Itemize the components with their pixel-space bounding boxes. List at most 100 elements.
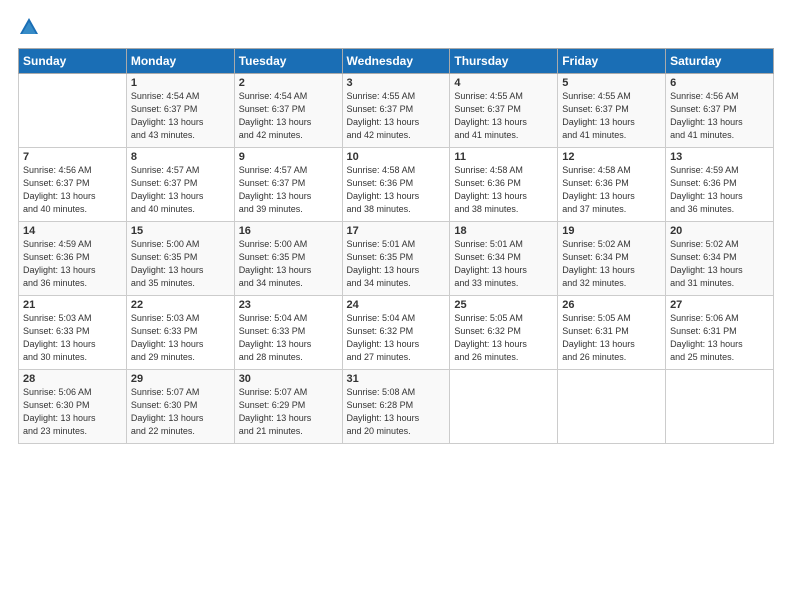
day-number: 2 xyxy=(239,77,338,89)
calendar-cell: 12Sunrise: 4:58 AMSunset: 6:36 PMDayligh… xyxy=(558,148,666,222)
day-info: Sunrise: 4:58 AMSunset: 6:36 PMDaylight:… xyxy=(562,164,661,216)
calendar-cell: 16Sunrise: 5:00 AMSunset: 6:35 PMDayligh… xyxy=(234,222,342,296)
calendar-table: SundayMondayTuesdayWednesdayThursdayFrid… xyxy=(18,48,774,444)
week-row-1: 1Sunrise: 4:54 AMSunset: 6:37 PMDaylight… xyxy=(19,74,774,148)
day-number: 20 xyxy=(670,225,769,237)
day-number: 23 xyxy=(239,299,338,311)
day-number: 21 xyxy=(23,299,122,311)
week-row-3: 14Sunrise: 4:59 AMSunset: 6:36 PMDayligh… xyxy=(19,222,774,296)
week-row-2: 7Sunrise: 4:56 AMSunset: 6:37 PMDaylight… xyxy=(19,148,774,222)
day-info: Sunrise: 4:57 AMSunset: 6:37 PMDaylight:… xyxy=(131,164,230,216)
day-number: 16 xyxy=(239,225,338,237)
day-number: 4 xyxy=(454,77,553,89)
day-number: 29 xyxy=(131,373,230,385)
day-info: Sunrise: 5:06 AMSunset: 6:31 PMDaylight:… xyxy=(670,312,769,364)
day-info: Sunrise: 5:01 AMSunset: 6:34 PMDaylight:… xyxy=(454,238,553,290)
day-number: 3 xyxy=(347,77,446,89)
day-number: 10 xyxy=(347,151,446,163)
calendar-cell: 4Sunrise: 4:55 AMSunset: 6:37 PMDaylight… xyxy=(450,74,558,148)
calendar-cell: 10Sunrise: 4:58 AMSunset: 6:36 PMDayligh… xyxy=(342,148,450,222)
week-row-5: 28Sunrise: 5:06 AMSunset: 6:30 PMDayligh… xyxy=(19,370,774,444)
day-info: Sunrise: 5:07 AMSunset: 6:29 PMDaylight:… xyxy=(239,386,338,438)
calendar-cell: 23Sunrise: 5:04 AMSunset: 6:33 PMDayligh… xyxy=(234,296,342,370)
calendar-cell xyxy=(19,74,127,148)
day-number: 25 xyxy=(454,299,553,311)
week-row-4: 21Sunrise: 5:03 AMSunset: 6:33 PMDayligh… xyxy=(19,296,774,370)
calendar-header-row: SundayMondayTuesdayWednesdayThursdayFrid… xyxy=(19,49,774,74)
calendar-cell: 8Sunrise: 4:57 AMSunset: 6:37 PMDaylight… xyxy=(126,148,234,222)
day-info: Sunrise: 4:56 AMSunset: 6:37 PMDaylight:… xyxy=(670,90,769,142)
day-info: Sunrise: 4:55 AMSunset: 6:37 PMDaylight:… xyxy=(454,90,553,142)
day-info: Sunrise: 4:59 AMSunset: 6:36 PMDaylight:… xyxy=(670,164,769,216)
day-number: 19 xyxy=(562,225,661,237)
day-number: 18 xyxy=(454,225,553,237)
calendar-cell: 28Sunrise: 5:06 AMSunset: 6:30 PMDayligh… xyxy=(19,370,127,444)
calendar-cell: 5Sunrise: 4:55 AMSunset: 6:37 PMDaylight… xyxy=(558,74,666,148)
day-number: 6 xyxy=(670,77,769,89)
day-number: 7 xyxy=(23,151,122,163)
day-number: 22 xyxy=(131,299,230,311)
logo-icon xyxy=(18,16,40,38)
calendar-cell: 26Sunrise: 5:05 AMSunset: 6:31 PMDayligh… xyxy=(558,296,666,370)
calendar-cell: 13Sunrise: 4:59 AMSunset: 6:36 PMDayligh… xyxy=(666,148,774,222)
calendar-cell: 1Sunrise: 4:54 AMSunset: 6:37 PMDaylight… xyxy=(126,74,234,148)
day-number: 13 xyxy=(670,151,769,163)
day-info: Sunrise: 5:06 AMSunset: 6:30 PMDaylight:… xyxy=(23,386,122,438)
day-number: 26 xyxy=(562,299,661,311)
day-number: 30 xyxy=(239,373,338,385)
day-number: 15 xyxy=(131,225,230,237)
day-number: 5 xyxy=(562,77,661,89)
calendar-cell: 3Sunrise: 4:55 AMSunset: 6:37 PMDaylight… xyxy=(342,74,450,148)
day-info: Sunrise: 4:57 AMSunset: 6:37 PMDaylight:… xyxy=(239,164,338,216)
calendar-cell: 24Sunrise: 5:04 AMSunset: 6:32 PMDayligh… xyxy=(342,296,450,370)
day-info: Sunrise: 4:54 AMSunset: 6:37 PMDaylight:… xyxy=(239,90,338,142)
calendar-cell: 19Sunrise: 5:02 AMSunset: 6:34 PMDayligh… xyxy=(558,222,666,296)
calendar-cell xyxy=(666,370,774,444)
calendar-cell: 7Sunrise: 4:56 AMSunset: 6:37 PMDaylight… xyxy=(19,148,127,222)
day-number: 24 xyxy=(347,299,446,311)
day-info: Sunrise: 5:01 AMSunset: 6:35 PMDaylight:… xyxy=(347,238,446,290)
day-number: 11 xyxy=(454,151,553,163)
page-container: SundayMondayTuesdayWednesdayThursdayFrid… xyxy=(0,0,792,456)
day-info: Sunrise: 5:00 AMSunset: 6:35 PMDaylight:… xyxy=(239,238,338,290)
weekday-header-wednesday: Wednesday xyxy=(342,49,450,74)
weekday-header-friday: Friday xyxy=(558,49,666,74)
day-info: Sunrise: 4:55 AMSunset: 6:37 PMDaylight:… xyxy=(347,90,446,142)
day-number: 8 xyxy=(131,151,230,163)
weekday-header-thursday: Thursday xyxy=(450,49,558,74)
day-info: Sunrise: 5:02 AMSunset: 6:34 PMDaylight:… xyxy=(670,238,769,290)
day-number: 27 xyxy=(670,299,769,311)
calendar-cell: 27Sunrise: 5:06 AMSunset: 6:31 PMDayligh… xyxy=(666,296,774,370)
day-number: 12 xyxy=(562,151,661,163)
calendar-cell: 21Sunrise: 5:03 AMSunset: 6:33 PMDayligh… xyxy=(19,296,127,370)
calendar-cell: 9Sunrise: 4:57 AMSunset: 6:37 PMDaylight… xyxy=(234,148,342,222)
day-info: Sunrise: 4:58 AMSunset: 6:36 PMDaylight:… xyxy=(347,164,446,216)
weekday-header-tuesday: Tuesday xyxy=(234,49,342,74)
day-info: Sunrise: 5:08 AMSunset: 6:28 PMDaylight:… xyxy=(347,386,446,438)
day-number: 17 xyxy=(347,225,446,237)
day-number: 9 xyxy=(239,151,338,163)
calendar-cell: 6Sunrise: 4:56 AMSunset: 6:37 PMDaylight… xyxy=(666,74,774,148)
day-info: Sunrise: 5:03 AMSunset: 6:33 PMDaylight:… xyxy=(131,312,230,364)
day-info: Sunrise: 4:59 AMSunset: 6:36 PMDaylight:… xyxy=(23,238,122,290)
weekday-header-monday: Monday xyxy=(126,49,234,74)
day-info: Sunrise: 4:56 AMSunset: 6:37 PMDaylight:… xyxy=(23,164,122,216)
calendar-cell xyxy=(558,370,666,444)
day-info: Sunrise: 4:55 AMSunset: 6:37 PMDaylight:… xyxy=(562,90,661,142)
calendar-cell: 25Sunrise: 5:05 AMSunset: 6:32 PMDayligh… xyxy=(450,296,558,370)
calendar-cell: 2Sunrise: 4:54 AMSunset: 6:37 PMDaylight… xyxy=(234,74,342,148)
day-info: Sunrise: 5:05 AMSunset: 6:32 PMDaylight:… xyxy=(454,312,553,364)
calendar-cell: 18Sunrise: 5:01 AMSunset: 6:34 PMDayligh… xyxy=(450,222,558,296)
calendar-cell: 15Sunrise: 5:00 AMSunset: 6:35 PMDayligh… xyxy=(126,222,234,296)
calendar-cell xyxy=(450,370,558,444)
day-info: Sunrise: 5:04 AMSunset: 6:32 PMDaylight:… xyxy=(347,312,446,364)
day-info: Sunrise: 5:00 AMSunset: 6:35 PMDaylight:… xyxy=(131,238,230,290)
day-info: Sunrise: 5:02 AMSunset: 6:34 PMDaylight:… xyxy=(562,238,661,290)
day-number: 31 xyxy=(347,373,446,385)
day-number: 28 xyxy=(23,373,122,385)
day-info: Sunrise: 5:03 AMSunset: 6:33 PMDaylight:… xyxy=(23,312,122,364)
calendar-cell: 20Sunrise: 5:02 AMSunset: 6:34 PMDayligh… xyxy=(666,222,774,296)
calendar-cell: 17Sunrise: 5:01 AMSunset: 6:35 PMDayligh… xyxy=(342,222,450,296)
weekday-header-sunday: Sunday xyxy=(19,49,127,74)
day-info: Sunrise: 4:54 AMSunset: 6:37 PMDaylight:… xyxy=(131,90,230,142)
